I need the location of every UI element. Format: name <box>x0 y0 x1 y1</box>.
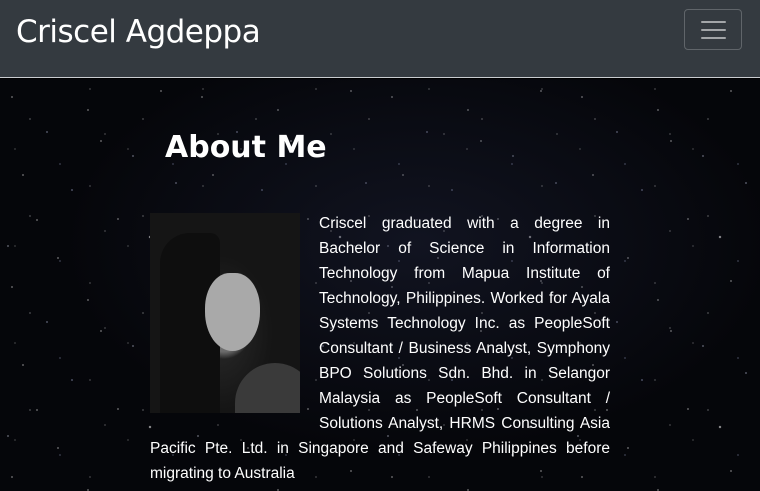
hamburger-menu-icon-bar <box>701 29 726 31</box>
photo-face <box>205 273 260 351</box>
brand-link[interactable]: Criscel Agdeppa <box>16 14 261 50</box>
navbar: Criscel Agdeppa <box>0 0 760 78</box>
about-title: About Me <box>165 130 327 165</box>
photo-shoulder <box>235 363 300 413</box>
about-section: Criscel graduated with a degree in Bache… <box>150 211 610 486</box>
hamburger-menu-icon-bar <box>701 37 726 39</box>
navbar-toggler-button[interactable] <box>684 9 742 50</box>
profile-photo <box>150 213 300 413</box>
hamburger-menu-icon <box>701 21 726 23</box>
